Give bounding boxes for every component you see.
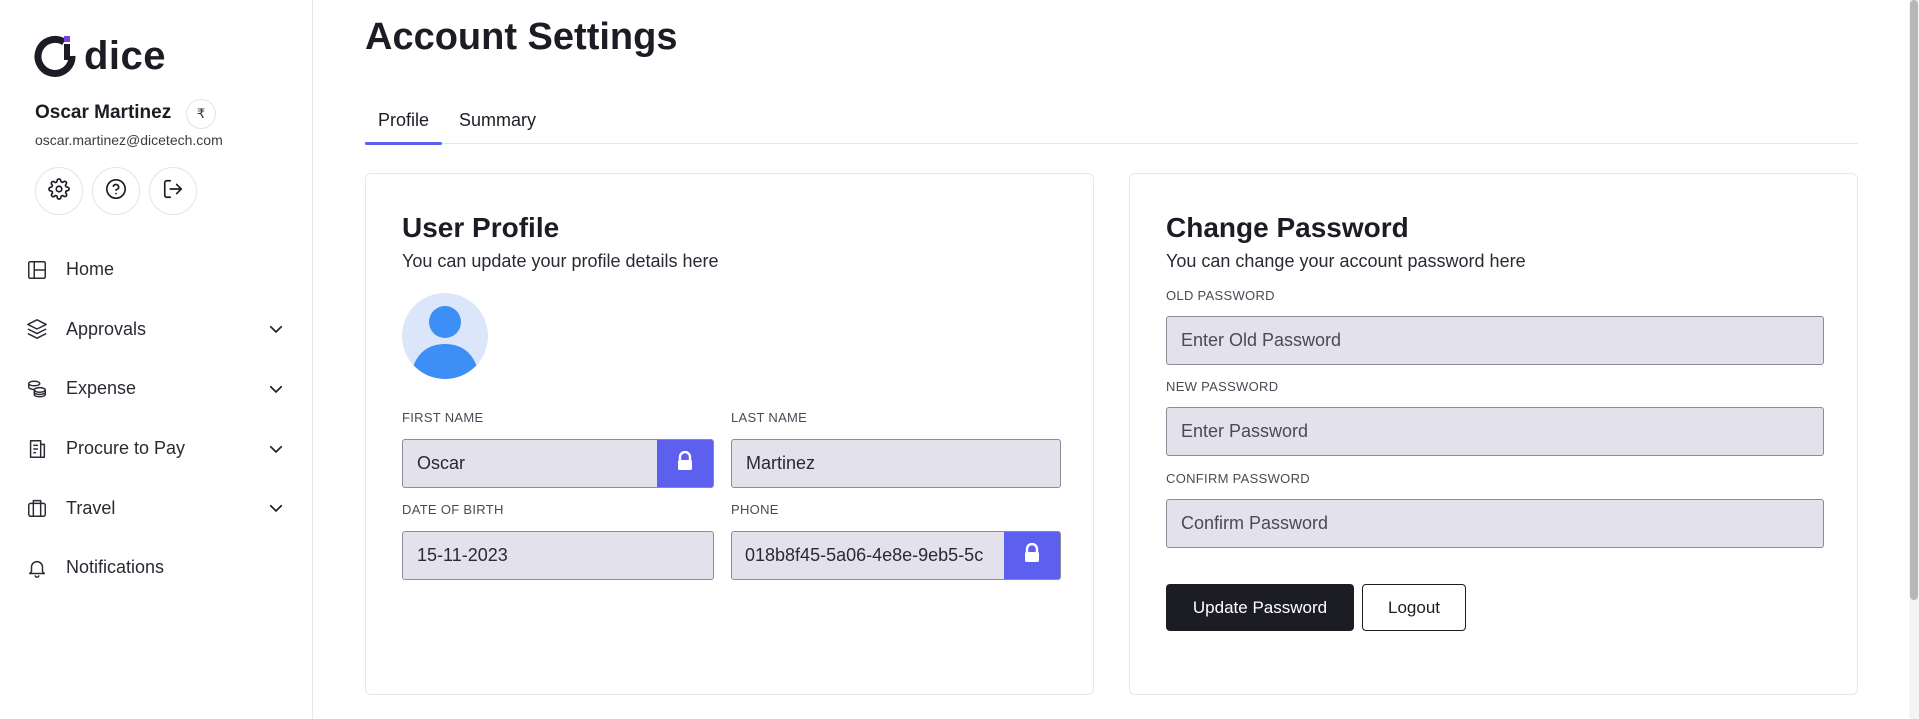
dob-field [402,531,714,580]
dob-input[interactable] [403,532,713,579]
sidebar-item-label: Procure to Pay [66,438,186,459]
tab-profile[interactable]: Profile [365,96,443,145]
phone-input[interactable] [732,532,1004,579]
page-title: Account Settings [365,16,678,58]
scrollbar-thumb[interactable] [1910,0,1918,600]
chevron-down-icon[interactable] [265,318,287,340]
logout-button[interactable] [149,167,197,215]
help-circle-icon [105,178,127,205]
sidebar: dice Oscar Martinez ₹ oscar.martinez@dic… [0,0,313,719]
chevron-down-icon[interactable] [265,438,287,460]
change-password-title: Change Password [1166,212,1409,243]
logo[interactable]: dice [34,34,166,78]
confirm-password-label: CONFIRM PASSWORD [1166,471,1310,486]
lock-icon [676,450,694,476]
logo-text: dice [84,34,167,78]
first-name-lock-button[interactable] [657,440,713,487]
old-password-field [1166,316,1824,365]
old-password-label: OLD PASSWORD [1166,288,1275,303]
last-name-label: LAST NAME [731,410,808,425]
sidebar-item-procure-to-pay[interactable]: Procure to Pay [25,419,293,479]
sidebar-item-notifications[interactable]: Notifications [25,538,293,598]
receipt-icon [25,437,49,461]
change-password-card: Change Password You can change your acco… [1129,173,1858,695]
sidebar-item-label: Expense [66,378,137,399]
chevron-down-icon[interactable] [265,378,287,400]
new-password-label: NEW PASSWORD [1166,379,1279,394]
confirm-password-input[interactable] [1167,500,1823,547]
user-profile-subtitle: You can update your profile details here [402,251,719,271]
coins-icon [25,377,49,401]
user-profile-card: User Profile You can update your profile… [365,173,1094,695]
sidebar-item-label: Notifications [66,557,165,578]
help-button[interactable] [92,167,140,215]
phone-label: PHONE [731,502,779,517]
sidebar-item-label: Travel [66,497,116,518]
first-name-label: FIRST NAME [402,410,484,425]
user-profile-title: User Profile [402,212,560,243]
sidebar-icon-buttons [35,167,197,215]
briefcase-icon [25,496,49,520]
lock-icon [1023,542,1041,568]
phone-field [731,531,1061,580]
avatar[interactable] [402,293,488,379]
settings-button[interactable] [35,167,83,215]
sidebar-item-home[interactable]: Home [25,240,293,300]
gear-icon [48,177,70,205]
tab-summary[interactable]: Summary [446,96,549,144]
new-password-input[interactable] [1167,408,1823,455]
home-layout-icon [25,258,49,282]
tab-bar: Profile Summary [365,96,1858,145]
user-email: oscar.martinez@dicetech.com [35,132,223,148]
confirm-password-field [1166,499,1824,548]
new-password-field [1166,407,1824,456]
phone-lock-button[interactable] [1004,532,1060,579]
dice-logo-icon [34,34,78,78]
sidebar-nav: Home Approvals Expense Procure to Pay Tr… [25,240,293,598]
first-name-field [402,439,714,488]
logout-button-secondary[interactable]: Logout [1362,584,1466,631]
sidebar-item-label: Approvals [66,318,147,339]
currency-badge[interactable]: ₹ [186,99,216,129]
bell-icon [25,556,49,580]
first-name-input[interactable] [403,440,657,487]
user-avatar-icon [402,306,488,379]
page-scrollbar[interactable] [1909,0,1919,719]
logout-icon [162,178,184,205]
layers-icon [25,317,49,341]
user-name: Oscar Martinez [35,102,172,123]
old-password-input[interactable] [1167,317,1823,364]
dob-label: DATE OF BIRTH [402,502,504,517]
sidebar-item-expense[interactable]: Expense [25,359,293,419]
change-password-subtitle: You can change your account password her… [1166,251,1526,271]
last-name-field [731,439,1061,488]
last-name-input[interactable] [732,440,1060,487]
chevron-down-icon[interactable] [265,497,287,519]
sidebar-item-travel[interactable]: Travel [25,478,293,538]
update-password-button[interactable]: Update Password [1166,584,1354,631]
sidebar-item-approvals[interactable]: Approvals [25,300,293,360]
sidebar-item-label: Home [66,259,115,280]
